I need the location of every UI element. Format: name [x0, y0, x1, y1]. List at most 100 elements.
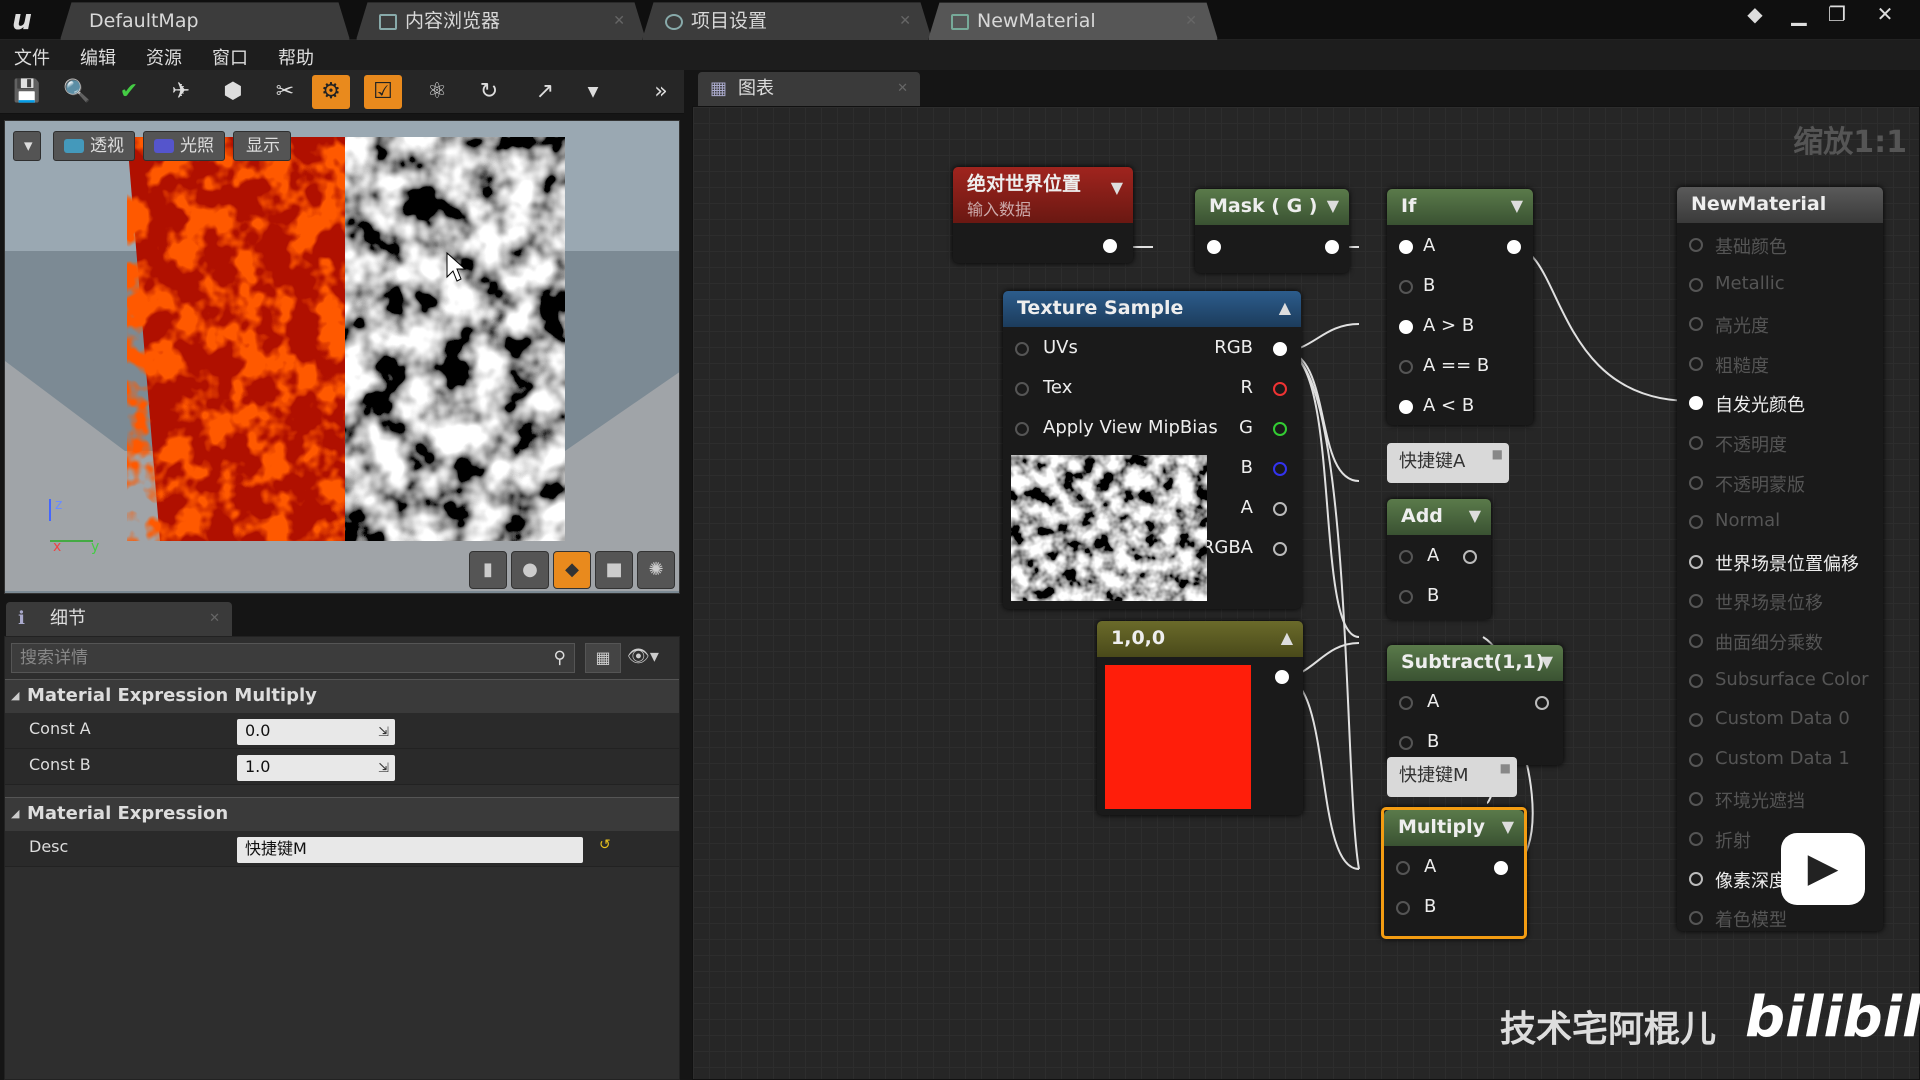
input-pin[interactable]: [1689, 554, 1703, 569]
input-pin[interactable]: [1399, 280, 1413, 294]
live-nodes-icon[interactable]: ⚛: [418, 75, 456, 109]
feedback-icon[interactable]: ◆: [1738, 2, 1772, 28]
node-constant-vector[interactable]: 1,0,0 ▲: [1097, 621, 1303, 815]
expand-toolbar-icon[interactable]: »: [642, 75, 680, 109]
input-pin[interactable]: [1689, 713, 1703, 728]
input-pin[interactable]: [1399, 550, 1413, 564]
pin-icon[interactable]: ■: [1500, 749, 1511, 787]
apply-icon[interactable]: ✔: [110, 75, 148, 109]
input-pin[interactable]: [1689, 356, 1703, 371]
node-if[interactable]: If ▼ A B A > B A == B A < B: [1387, 189, 1533, 425]
input-pin[interactable]: [1015, 342, 1029, 356]
node-multiply[interactable]: Multiply ▼ A B: [1381, 807, 1527, 939]
live-preview-icon[interactable]: ☑: [364, 75, 402, 109]
perspective-button[interactable]: 透视: [53, 131, 135, 161]
maximize-icon[interactable]: ❐: [1820, 2, 1854, 28]
spinner-icon[interactable]: ⇲: [378, 721, 389, 745]
input-pin[interactable]: [1399, 400, 1413, 414]
cube-preview-icon[interactable]: ■: [595, 551, 633, 589]
preview-viewport[interactable]: z x y ▾ 透视 光照 显示 ▮ ● ◆ ■ ✺: [4, 120, 680, 594]
input-pin[interactable]: [1689, 277, 1703, 292]
chevron-down-icon[interactable]: ▼: [1111, 175, 1123, 201]
const-b-input[interactable]: 1.0 ⇲: [237, 755, 395, 781]
minimize-icon[interactable]: ▁: [1782, 2, 1816, 28]
output-pin[interactable]: [1103, 239, 1117, 253]
input-pin[interactable]: [1399, 360, 1413, 374]
chevron-down-icon[interactable]: ▼: [1469, 499, 1481, 533]
output-pin[interactable]: [1275, 670, 1289, 684]
input-pin[interactable]: [1689, 436, 1703, 450]
output-pin[interactable]: [1463, 550, 1477, 564]
show-button[interactable]: 显示: [233, 131, 291, 161]
node-absolute-world-position[interactable]: 绝对世界位置 输入数据 ▼: [953, 167, 1133, 263]
close-icon[interactable]: ✕: [897, 72, 908, 106]
comment-bubble-m[interactable]: 快捷键M ■: [1387, 757, 1517, 797]
clean-up-icon[interactable]: ✂: [266, 75, 304, 109]
menu-asset[interactable]: 资源: [146, 44, 182, 70]
input-pin[interactable]: [1689, 792, 1703, 807]
input-pin[interactable]: [1689, 832, 1703, 846]
plane-preview-icon[interactable]: ◆: [553, 551, 591, 589]
lit-button[interactable]: 光照: [143, 131, 225, 161]
close-window-icon[interactable]: ✕: [1868, 2, 1902, 28]
output-pin[interactable]: [1273, 382, 1287, 396]
spinner-icon[interactable]: ⇲: [378, 757, 389, 781]
output-pin[interactable]: [1273, 502, 1287, 516]
input-pin[interactable]: [1396, 901, 1410, 915]
node-newmaterial[interactable]: NewMaterial 基础颜色 Metallic 高光度 粗糙度 自发光颜色 不透明度不…: [1677, 187, 1883, 931]
input-pin[interactable]: [1689, 752, 1703, 767]
node-add[interactable]: Add ▼ A B: [1387, 499, 1491, 619]
output-pin[interactable]: [1273, 542, 1287, 556]
sphere-preview-icon[interactable]: ●: [511, 551, 549, 589]
input-pin[interactable]: [1399, 696, 1413, 710]
chevron-up-icon[interactable]: ▲: [1281, 621, 1293, 655]
comment-bubble-a[interactable]: 快捷键A ■: [1387, 443, 1509, 483]
input-pin[interactable]: [1689, 475, 1703, 490]
input-pin[interactable]: [1689, 594, 1703, 609]
section-material-expression[interactable]: Material Expression: [5, 797, 679, 831]
teapot-preview-icon[interactable]: ✺: [637, 551, 675, 589]
tab-defaultmap[interactable]: DefaultMap: [60, 2, 350, 40]
connectors-icon[interactable]: ⚙: [312, 75, 350, 109]
close-icon[interactable]: ✕: [899, 3, 911, 39]
tab-project-settings[interactable]: 项目设置 ✕: [642, 2, 932, 40]
hide-unrelated-icon[interactable]: ↗: [526, 75, 564, 109]
viewport-options-button[interactable]: ▾: [13, 131, 41, 161]
close-icon[interactable]: ✕: [1185, 3, 1197, 39]
input-pin[interactable]: [1689, 238, 1703, 252]
tab-newmaterial[interactable]: NewMaterial ✕: [928, 2, 1218, 40]
details-tab[interactable]: ℹ 细节 ✕: [6, 602, 232, 636]
grid-view-icon[interactable]: ▦: [585, 643, 621, 673]
const-a-input[interactable]: 0.0 ⇲: [237, 719, 395, 745]
save-icon[interactable]: 💾: [8, 75, 46, 109]
search-icon[interactable]: 🔍: [58, 75, 96, 109]
search-in-graph-icon[interactable]: ✈: [162, 75, 200, 109]
input-pin[interactable]: [1399, 590, 1413, 604]
eye-icon[interactable]: 👁▾: [627, 643, 673, 673]
graph-tab[interactable]: ▦ 图表 ✕: [698, 72, 920, 106]
input-pin[interactable]: [1689, 871, 1703, 886]
menu-window[interactable]: 窗口: [212, 44, 248, 70]
details-search-input[interactable]: 搜索详情 ⚲: [11, 643, 575, 673]
input-pin[interactable]: [1689, 396, 1703, 411]
chevron-down-icon[interactable]: ▼: [1327, 189, 1339, 223]
output-pin[interactable]: [1507, 240, 1521, 254]
input-pin[interactable]: [1015, 422, 1029, 436]
pin-icon[interactable]: ■: [1492, 435, 1503, 473]
menu-edit[interactable]: 编辑: [80, 44, 116, 70]
chevron-down-icon[interactable]: ▼: [1541, 645, 1553, 679]
output-pin[interactable]: [1273, 342, 1287, 356]
input-pin[interactable]: [1689, 634, 1703, 648]
material-graph[interactable]: 缩放1:1 绝对世界位置 输入数据 ▼ Mask (G) ▼ If ▼ A …: [692, 106, 1920, 1080]
node-texture-sample[interactable]: Texture Sample ▲ UVs Tex Apply View MipB…: [1003, 291, 1301, 609]
output-pin[interactable]: [1494, 861, 1508, 875]
input-pin[interactable]: [1689, 317, 1703, 332]
tab-content-browser[interactable]: 内容浏览器 ✕: [356, 2, 646, 40]
reset-icon[interactable]: ↺: [599, 837, 611, 853]
output-pin[interactable]: [1325, 240, 1339, 254]
menu-help[interactable]: 帮助: [278, 44, 314, 70]
input-pin[interactable]: [1689, 673, 1703, 688]
live-update-icon[interactable]: ↻: [470, 75, 508, 109]
input-pin[interactable]: [1689, 911, 1703, 926]
chevron-down-icon[interactable]: ▼: [1511, 189, 1523, 223]
